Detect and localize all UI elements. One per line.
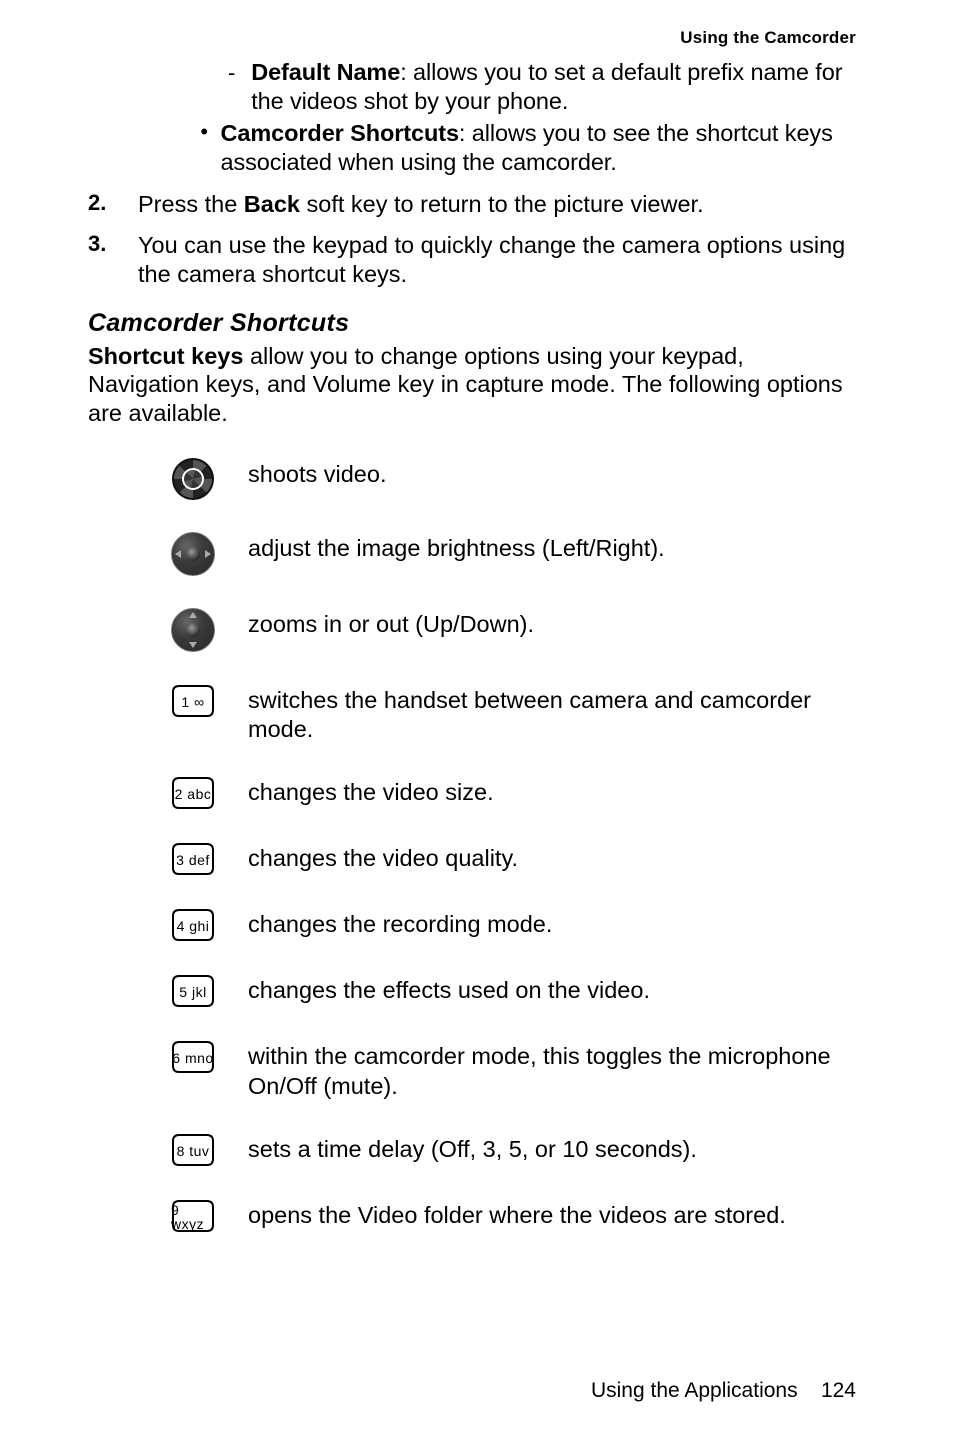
shortcut-row: 1 ∞ switches the handset between camera …: [168, 684, 856, 745]
intro-paragraph: Shortcut keys allow you to change option…: [88, 342, 856, 428]
key-3-icon: 3 def: [168, 842, 218, 876]
key-1-icon: 1 ∞: [168, 684, 218, 718]
key-5-icon: 5 jkl: [168, 974, 218, 1008]
step-text: Press the Back soft key to return to the…: [138, 190, 704, 219]
dash-marker: -: [228, 59, 241, 88]
camera-lens-icon: [168, 458, 218, 500]
running-header: Using the Camcorder: [88, 28, 856, 48]
shortcut-row: 4 ghi changes the recording mode.: [168, 908, 856, 942]
footer-page-number: 124: [821, 1379, 856, 1402]
key-label: 1 ∞: [181, 695, 204, 709]
shortcut-row: shoots video.: [168, 458, 856, 500]
nested-text: Default Name: allows you to set a defaul…: [251, 58, 856, 115]
key-label: 6 mno: [172, 1051, 213, 1065]
nav-up-down-icon: [168, 608, 218, 652]
nested-item-default-name: - Default Name: allows you to set a defa…: [88, 58, 856, 115]
key-label: 4 ghi: [177, 919, 210, 933]
step2-post: soft key to return to the picture viewer…: [300, 191, 704, 217]
step-number: 3.: [88, 231, 128, 257]
shortcut-desc: switches the handset between camera and …: [248, 684, 856, 745]
shortcut-row: adjust the image brightness (Left/Right)…: [168, 532, 856, 576]
shortcut-desc: changes the video size.: [248, 776, 856, 807]
shortcut-table: shoots video. adjust the image brightnes…: [168, 458, 856, 1234]
shortcut-desc: sets a time delay (Off, 3, 5, or 10 seco…: [248, 1133, 856, 1164]
step-2: 2. Press the Back soft key to return to …: [88, 177, 856, 219]
step2-pre: Press the: [138, 191, 244, 217]
intro-bold: Shortcut keys: [88, 343, 243, 369]
label-default-name: Default Name: [251, 59, 400, 85]
label-camcorder-shortcuts: Camcorder Shortcuts: [221, 120, 459, 146]
key-label: 9 wxyz: [171, 1203, 215, 1231]
shortcut-desc: opens the Video folder where the videos …: [248, 1199, 856, 1230]
key-label: 2 abc: [175, 787, 212, 801]
shortcut-row: 9 wxyz opens the Video folder where the …: [168, 1199, 856, 1233]
nested-text: Camcorder Shortcuts: allows you to see t…: [221, 119, 856, 176]
key-label: 5 jkl: [179, 985, 206, 999]
shortcut-row: zooms in or out (Up/Down).: [168, 608, 856, 652]
shortcut-desc: adjust the image brightness (Left/Right)…: [248, 532, 856, 563]
shortcut-row: 3 def changes the video quality.: [168, 842, 856, 876]
shortcut-desc: changes the video quality.: [248, 842, 856, 873]
shortcut-row: 8 tuv sets a time delay (Off, 3, 5, or 1…: [168, 1133, 856, 1167]
shortcut-desc: changes the effects used on the video.: [248, 974, 856, 1005]
nested-item-camcorder-shortcuts: • Camcorder Shortcuts: allows you to see…: [88, 119, 856, 176]
step-3: 3. You can use the keypad to quickly cha…: [88, 218, 856, 288]
step-text: You can use the keypad to quickly change…: [138, 231, 856, 288]
nav-left-right-icon: [168, 532, 218, 576]
key-label: 8 tuv: [177, 1144, 210, 1158]
key-9-icon: 9 wxyz: [168, 1199, 218, 1233]
key-label: 3 def: [176, 853, 210, 867]
key-6-icon: 6 mno: [168, 1040, 218, 1074]
key-4-icon: 4 ghi: [168, 908, 218, 942]
page-footer: Using the Applications 124: [591, 1379, 856, 1403]
key-8-icon: 8 tuv: [168, 1133, 218, 1167]
section-heading: Camcorder Shortcuts: [88, 309, 856, 338]
shortcut-row: 2 abc changes the video size.: [168, 776, 856, 810]
shortcut-row: 5 jkl changes the effects used on the vi…: [168, 974, 856, 1008]
shortcut-desc: zooms in or out (Up/Down).: [248, 608, 856, 639]
shortcut-desc: shoots video.: [248, 458, 856, 489]
step2-bold: Back: [244, 191, 300, 217]
shortcut-desc: changes the recording mode.: [248, 908, 856, 939]
shortcut-row: 6 mno within the camcorder mode, this to…: [168, 1040, 856, 1101]
key-2-icon: 2 abc: [168, 776, 218, 810]
step-number: 2.: [88, 190, 128, 216]
bullet-disc-marker: •: [198, 119, 211, 144]
shortcut-desc: within the camcorder mode, this toggles …: [248, 1040, 856, 1101]
footer-chapter: Using the Applications: [591, 1379, 798, 1402]
